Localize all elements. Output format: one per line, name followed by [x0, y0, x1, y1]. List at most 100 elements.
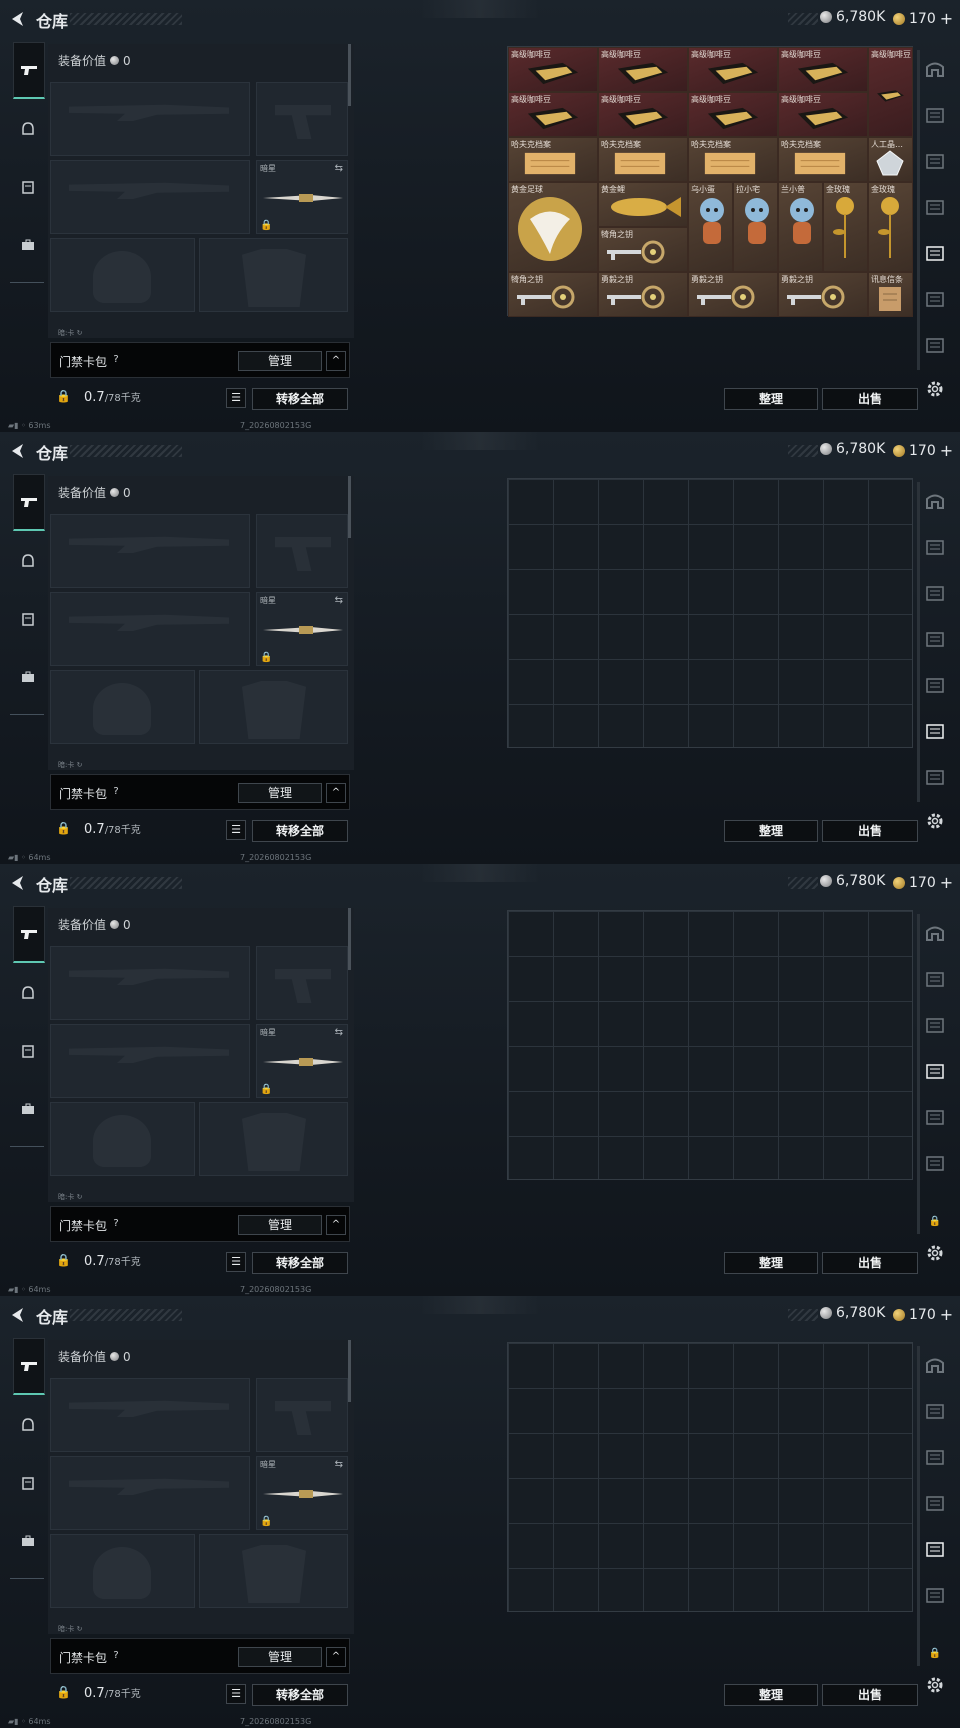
- secondary-weapon-slot[interactable]: [50, 1456, 250, 1530]
- storage-tab-1[interactable]: [924, 58, 946, 80]
- sort-button[interactable]: 整理: [724, 820, 818, 842]
- item-coffee-bag[interactable]: 高级咖啡豆: [598, 47, 688, 92]
- storage-rail-scrollbar[interactable]: [917, 914, 920, 1234]
- storage-tab-1[interactable]: [924, 490, 946, 512]
- item-figure[interactable]: 兰小普: [778, 182, 823, 272]
- storage-tab-7[interactable]: [924, 334, 946, 356]
- primary-weapon-slot[interactable]: [50, 82, 250, 156]
- storage-tab-7[interactable]: [924, 766, 946, 788]
- gear-icon[interactable]: [926, 380, 944, 398]
- transfer-all-button[interactable]: 转移全部: [252, 1252, 348, 1274]
- storage-tab-4[interactable]: [924, 1060, 946, 1082]
- primary-weapon-slot[interactable]: [50, 946, 250, 1020]
- swap-icon[interactable]: ⇆: [335, 1459, 343, 1470]
- storage-rail-scrollbar[interactable]: [917, 1346, 920, 1666]
- gold-currency[interactable]: 170 +: [893, 1305, 953, 1324]
- melee-slot[interactable]: 暗星 ⇆ 🔒: [256, 1024, 348, 1098]
- gear-icon[interactable]: [926, 1244, 944, 1262]
- item-paper[interactable]: 讯息信条: [868, 272, 913, 317]
- item-gold-rose[interactable]: 金玫瑰: [868, 182, 913, 272]
- storage-tab-6[interactable]: [924, 1584, 946, 1606]
- melee-slot[interactable]: 暗星 ⇆ 🔒: [256, 1456, 348, 1530]
- tab-case[interactable]: [13, 1082, 43, 1136]
- tab-weapons[interactable]: [13, 1338, 45, 1395]
- armor-slot[interactable]: [199, 1102, 348, 1176]
- tab-vest[interactable]: [13, 592, 43, 646]
- storage-grid[interactable]: [507, 1342, 913, 1612]
- swap-icon[interactable]: ⇆: [335, 1027, 343, 1038]
- tab-case[interactable]: [13, 650, 43, 704]
- secondary-weapon-slot[interactable]: [50, 160, 250, 234]
- item-file[interactable]: 哈夫克档案: [778, 137, 868, 182]
- storage-tab-1[interactable]: [924, 1354, 946, 1376]
- add-gold-icon[interactable]: +: [940, 873, 953, 892]
- storage-tab-5[interactable]: [924, 1106, 946, 1128]
- transfer-all-button[interactable]: 转移全部: [252, 388, 348, 410]
- storage-tab-6[interactable]: [924, 288, 946, 310]
- tab-vest[interactable]: [13, 1024, 43, 1078]
- item-figure[interactable]: 乌小蛋: [688, 182, 733, 272]
- helmet-slot[interactable]: [50, 238, 195, 312]
- tab-vest[interactable]: [13, 160, 43, 214]
- storage-rail-scrollbar[interactable]: [917, 482, 920, 802]
- item-key[interactable]: 犄角之钥: [598, 227, 688, 272]
- tab-armor[interactable]: [13, 966, 43, 1020]
- manage-button[interactable]: 管理: [238, 783, 322, 803]
- helmet-slot[interactable]: [50, 670, 195, 744]
- storage-tab-6[interactable]: [924, 1152, 946, 1174]
- add-gold-icon[interactable]: +: [940, 9, 953, 28]
- chevron-up-icon[interactable]: ^: [326, 1647, 346, 1667]
- item-key[interactable]: 勇毅之钥: [778, 272, 868, 317]
- item-coffee-bag[interactable]: 高级咖啡豆: [688, 92, 778, 137]
- item-coffee-bag[interactable]: 高级咖啡豆: [688, 47, 778, 92]
- storage-tab-2[interactable]: [924, 1400, 946, 1422]
- list-icon[interactable]: ☰: [226, 820, 246, 840]
- primary-weapon-slot[interactable]: [50, 1378, 250, 1452]
- back-icon[interactable]: [9, 442, 27, 460]
- storage-tab-3[interactable]: [924, 150, 946, 172]
- list-icon[interactable]: ☰: [226, 1684, 246, 1704]
- storage-tab-3[interactable]: [924, 582, 946, 604]
- help-icon[interactable]: ?: [109, 1649, 123, 1663]
- storage-tab-1[interactable]: [924, 922, 946, 944]
- item-key[interactable]: 勇毅之钥: [688, 272, 778, 317]
- chevron-up-icon[interactable]: ^: [326, 351, 346, 371]
- sell-button[interactable]: 出售: [822, 388, 918, 410]
- equipment-scrollbar[interactable]: [348, 908, 351, 970]
- item-file[interactable]: 哈夫克档案: [688, 137, 778, 182]
- armor-slot[interactable]: [199, 238, 348, 312]
- tab-armor[interactable]: [13, 534, 43, 588]
- tab-vest[interactable]: [13, 1456, 43, 1510]
- item-file[interactable]: 哈夫克档案: [508, 137, 598, 182]
- sort-button[interactable]: 整理: [724, 388, 818, 410]
- item-coffee-bag[interactable]: 高级咖啡豆: [508, 92, 598, 137]
- storage-tab-3[interactable]: [924, 1014, 946, 1036]
- gear-icon[interactable]: [926, 1676, 944, 1694]
- gold-currency[interactable]: 170 +: [893, 873, 953, 892]
- sort-button[interactable]: 整理: [724, 1252, 818, 1274]
- item-coffee-bag[interactable]: 高级咖啡豆: [508, 47, 598, 92]
- storage-tab-5[interactable]: [924, 1538, 946, 1560]
- storage-tab-3[interactable]: [924, 1446, 946, 1468]
- tab-case[interactable]: [13, 218, 43, 272]
- storage-tab-4[interactable]: [924, 196, 946, 218]
- list-icon[interactable]: ☰: [226, 388, 246, 408]
- storage-tab-5[interactable]: [924, 242, 946, 264]
- item-key[interactable]: 犄角之钥: [508, 272, 598, 317]
- sidearm-slot[interactable]: [256, 514, 348, 588]
- secondary-weapon-slot[interactable]: [50, 1024, 250, 1098]
- back-icon[interactable]: [9, 1306, 27, 1324]
- storage-grid[interactable]: [507, 910, 913, 1180]
- melee-slot[interactable]: 暗星 ⇆ 🔒: [256, 160, 348, 234]
- swap-icon[interactable]: ⇆: [335, 163, 343, 174]
- item-gold-rose[interactable]: 金玫瑰: [823, 182, 868, 272]
- item-coffee-bag[interactable]: 高级咖啡豆: [778, 92, 868, 137]
- add-gold-icon[interactable]: +: [940, 441, 953, 460]
- help-icon[interactable]: ?: [109, 1217, 123, 1231]
- sidearm-slot[interactable]: [256, 82, 348, 156]
- sidearm-slot[interactable]: [256, 946, 348, 1020]
- back-icon[interactable]: [9, 10, 27, 28]
- item-coffee-bag[interactable]: 高级咖啡豆: [868, 47, 913, 137]
- tab-weapons[interactable]: [13, 906, 45, 963]
- tab-armor[interactable]: [13, 102, 43, 156]
